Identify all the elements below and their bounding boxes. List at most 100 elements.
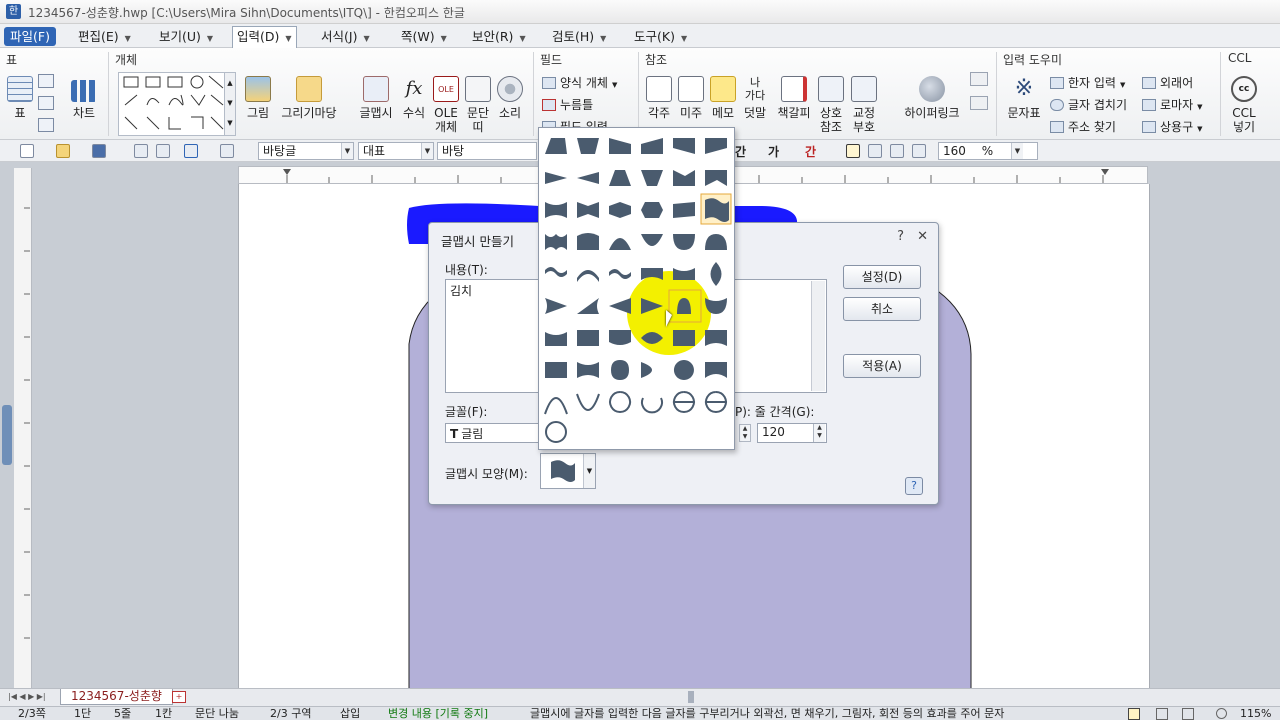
wordart-shape-option[interactable] [705,330,727,346]
wordart-shape-option[interactable] [609,170,631,186]
spin-button[interactable]: ▲ ▼ [739,424,751,442]
wordart-shape-option[interactable] [641,170,663,186]
table-grid-icon[interactable] [38,118,54,132]
ole-button[interactable]: OLE OLE 개체 [430,76,462,134]
status-zoom[interactable]: 115% [1240,707,1271,720]
hyperlink-button[interactable]: 하이퍼링크 [900,76,964,120]
align-left-icon[interactable] [868,144,882,158]
wordart-shape-option[interactable] [705,170,727,186]
charmap-button[interactable]: ※ 문자표 [1002,76,1046,120]
outline-shape-option[interactable] [641,397,663,414]
wordart-shape-option[interactable] [611,360,629,380]
wordart-shape-option[interactable] [641,362,652,378]
sound-button[interactable]: 소리 [494,76,526,120]
align-justify-icon[interactable] [846,144,860,158]
helper-foreign[interactable]: 외래어 [1142,74,1193,91]
wordart-shape-option[interactable] [673,268,695,280]
char-spacing-button[interactable]: 간 [735,143,746,160]
wordart-shape-option[interactable] [641,138,663,154]
wordart-shape-option[interactable] [673,360,694,380]
scroll-handle[interactable] [2,405,12,465]
wordart-shape-option[interactable] [577,202,599,218]
outline-shape-option[interactable] [704,391,727,413]
outline-shape-option[interactable] [544,397,568,415]
link-small-icon-2[interactable] [970,96,988,110]
wordart-shape-option[interactable] [609,238,631,250]
outline-shape-option[interactable] [609,391,632,413]
drawing-button[interactable]: 그리기마당 [276,76,342,120]
new-tab-icon[interactable]: + [172,691,186,703]
indent-marker[interactable] [283,169,291,175]
document-tab[interactable]: 1234567-성춘향 [60,689,173,705]
view-normal-icon[interactable] [1128,708,1140,720]
menu-review[interactable]: 검토(H) ▼ [548,27,610,46]
wordart-shape-option[interactable] [545,332,567,346]
status-track-changes[interactable]: 변경 내용 [기록 중지] [388,707,488,720]
shape-gallery[interactable] [118,72,236,136]
wordart-shape-option[interactable] [705,234,727,250]
footnote-button[interactable]: 각주 [642,76,676,120]
view-web-icon[interactable] [1182,708,1194,720]
wordart-shape-option[interactable] [641,234,663,246]
wordart-shape-option[interactable] [545,267,567,277]
close-icon[interactable]: ✕ [917,229,928,244]
link-small-icon[interactable] [970,72,988,86]
wordart-shape-option[interactable] [673,170,695,186]
wordart-button[interactable]: 글맵시 [356,76,396,120]
font-field[interactable]: T 글림 [445,423,545,443]
ok-button[interactable]: 설정(D) [843,265,921,289]
endnote-button[interactable]: 미주 [674,76,708,120]
helper-address[interactable]: 주소 찾기 [1050,118,1116,135]
wordart-shape-option[interactable] [545,138,567,154]
table-button[interactable]: 표 [6,76,34,120]
annotation-button[interactable]: 나 가다 덧말 [738,76,772,120]
save-icon[interactable] [92,144,106,158]
ccl-button[interactable]: cc CCL 넣기 [1224,76,1264,134]
bookmark-button[interactable]: 책갈피 [772,76,816,120]
preview-icon[interactable] [156,144,170,158]
menu-insert[interactable]: 입력(D) ▼ [232,26,297,48]
wordart-shape-option[interactable] [609,138,631,154]
font-select[interactable]: 바탕 [437,142,537,160]
outline-shape-option[interactable] [672,391,695,413]
wordart-shape-option[interactable] [545,234,567,250]
content-scrollbar[interactable] [811,281,825,391]
wordart-shape-option[interactable] [673,202,695,218]
circle-shape-option[interactable] [545,421,567,443]
menu-edit[interactable]: 편집(E) ▼ [74,27,135,46]
wordart-shape-option[interactable] [705,138,727,154]
proofmark-button[interactable]: 교정 부호 [848,76,880,134]
style-select[interactable]: 바탕글 ▼ [258,142,354,160]
wordart-shape-option[interactable] [609,269,631,279]
help-circle-icon[interactable]: ? [905,477,923,495]
wordart-shape-option[interactable] [609,298,631,314]
undo-icon[interactable] [184,144,198,158]
shape-picker-popup[interactable] [538,127,735,450]
cancel-button[interactable]: 취소 [843,297,921,321]
wordart-shape-option[interactable] [577,233,599,250]
right-indent-marker[interactable] [1101,169,1109,175]
wordart-shape-option[interactable] [545,298,567,314]
new-doc-icon[interactable] [20,144,34,158]
menu-page[interactable]: 쪽(W) ▼ [397,27,451,46]
line-spacing-spin[interactable]: ▲ ▼ [813,424,825,442]
wordart-shape-option[interactable] [577,298,599,314]
char-color-button[interactable]: 간 [805,143,816,160]
print-icon[interactable] [134,144,148,158]
open-folder-icon[interactable] [56,144,70,158]
table-props-icon[interactable] [38,96,54,110]
align-right-icon[interactable] [912,144,926,158]
field-item-form[interactable]: 양식 개체 ▼ [542,74,617,91]
helper-overlap[interactable]: 글자 겹치기 [1050,96,1127,113]
wordart-shape-option[interactable] [641,202,663,218]
help-icon[interactable]: ? [897,229,904,244]
wordart-shape-option[interactable] [673,330,695,346]
horizontal-scroll-thumb[interactable] [688,691,694,703]
menu-file[interactable]: 파일(F) [4,27,56,46]
redo-icon[interactable] [220,144,234,158]
picture-button[interactable]: 그림 [240,76,276,120]
wordart-shape-option[interactable] [577,330,599,346]
char-width-button[interactable]: 가 [768,143,779,160]
align-center-icon[interactable] [890,144,904,158]
outline-shape-option[interactable] [576,393,600,411]
